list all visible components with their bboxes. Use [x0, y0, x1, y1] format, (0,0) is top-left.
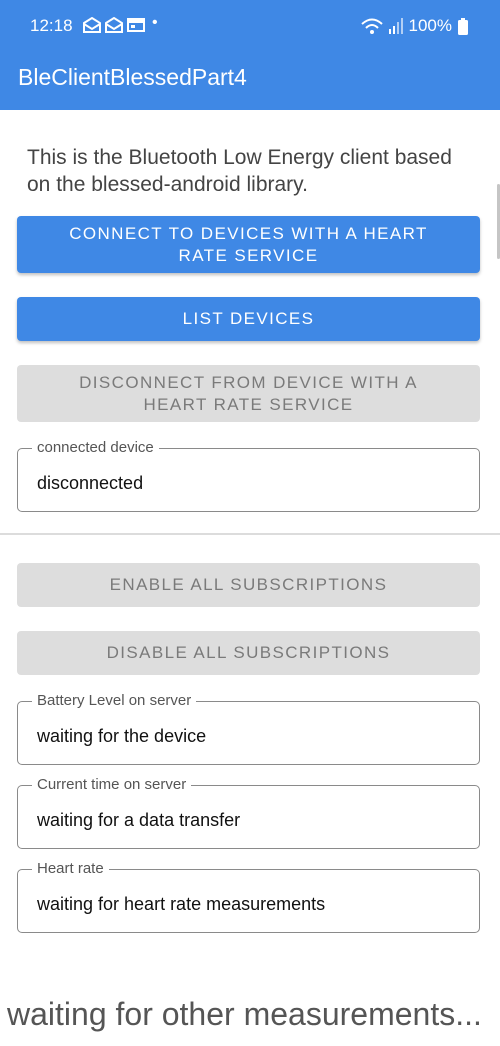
mail-icon	[105, 17, 123, 33]
heart-rate-field: Heart rate waiting for heart rate measur…	[17, 860, 480, 933]
window-icon	[127, 18, 145, 32]
notification-dot: •	[152, 14, 158, 31]
battery-level-field: Battery Level on server waiting for the …	[17, 692, 480, 765]
other-measurements-text: waiting for other measurements...	[7, 996, 482, 1032]
current-time-label: Current time on server	[32, 776, 192, 794]
heart-rate-label: Heart rate	[32, 860, 109, 878]
app-bar: BleClientBlessedPart4	[0, 42, 500, 110]
status-time: 12:18	[30, 16, 73, 35]
connected-device-field: connected device disconnected	[17, 439, 480, 512]
wifi-icon	[360, 18, 383, 34]
connect-button[interactable]: CONNECT TO DEVICES WITH A HEART RATE SER…	[17, 216, 480, 273]
battery-level-label: Battery Level on server	[32, 692, 197, 710]
battery-percent: 100%	[408, 16, 452, 35]
status-bar: 12:18 • 100%	[0, 0, 500, 42]
intro-text: This is the Bluetooth Low Energy client …	[27, 146, 452, 196]
disable-subscriptions-button[interactable]: DISABLE ALL SUBSCRIPTIONS	[17, 631, 480, 675]
heart-rate-value: waiting for heart rate measurements	[37, 894, 326, 914]
list-devices-button[interactable]: LIST DEVICES	[17, 297, 480, 341]
app-title: BleClientBlessedPart4	[18, 64, 247, 90]
battery-level-value: waiting for the device	[37, 726, 207, 746]
current-time-value: waiting for a data transfer	[37, 810, 241, 830]
battery-icon	[458, 17, 468, 35]
current-time-field: Current time on server waiting for a dat…	[17, 776, 480, 849]
disconnect-button[interactable]: DISCONNECT FROM DEVICE WITH A HEART RATE…	[17, 365, 480, 422]
divider	[0, 533, 500, 535]
connected-device-label: connected device	[32, 439, 159, 457]
signal-icon	[388, 18, 403, 34]
status-right: 100%	[360, 16, 468, 36]
enable-subscriptions-button[interactable]: ENABLE ALL SUBSCRIPTIONS	[17, 563, 480, 607]
mail-icon	[83, 17, 101, 33]
connected-device-value: disconnected	[37, 473, 144, 493]
